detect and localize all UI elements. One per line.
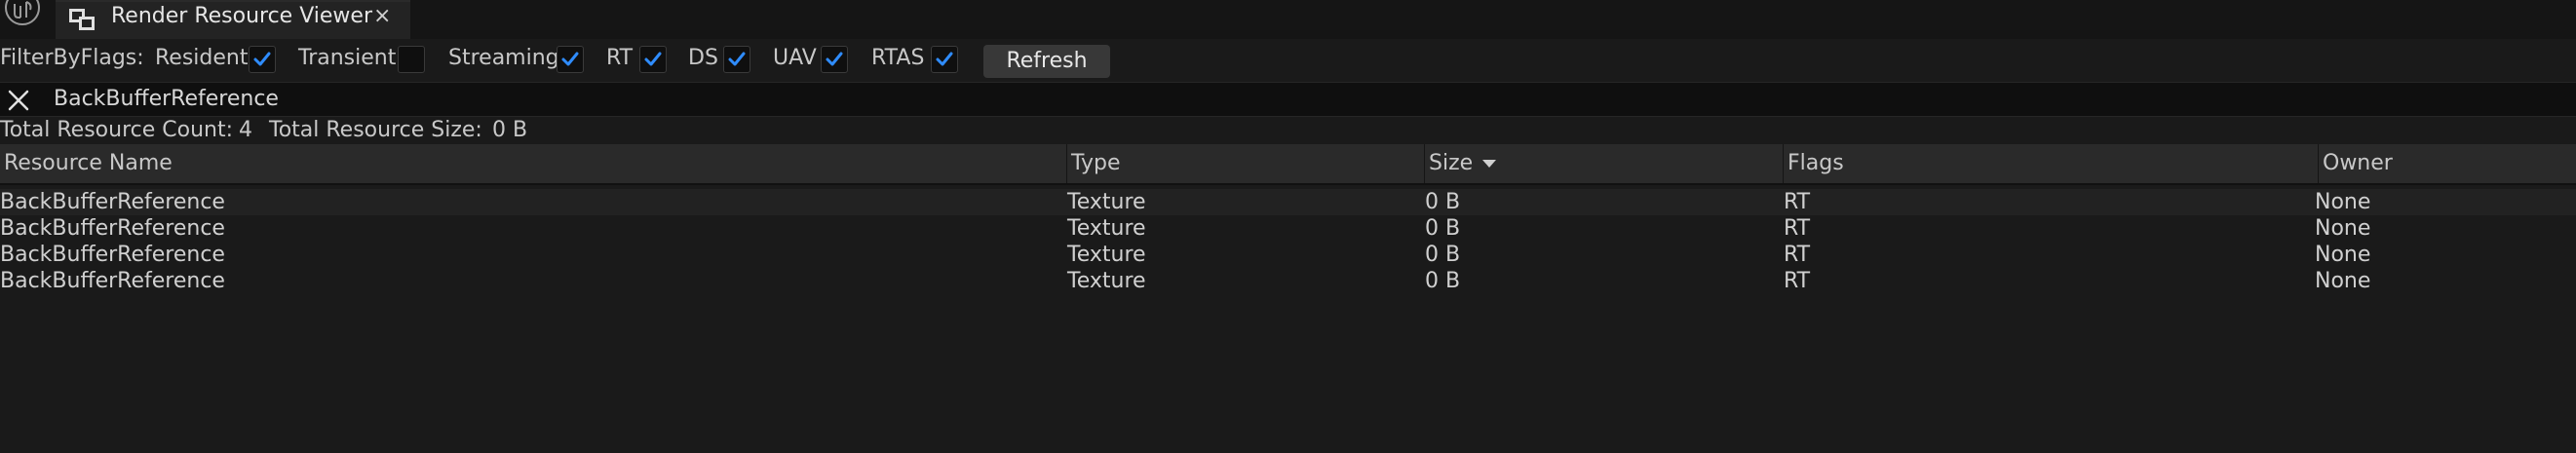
cell-flags: RT [1784, 216, 1811, 241]
cell-size: 0 B [1425, 243, 1461, 267]
unreal-engine-logo-icon[interactable] [0, 0, 45, 29]
tab-close-icon[interactable]: × [373, 4, 391, 29]
render-resource-viewer-icon [69, 9, 95, 30]
cell-type: Texture [1067, 216, 1146, 241]
checkmark-icon [826, 52, 843, 66]
filter-streaming-label: Streaming [448, 46, 559, 70]
table-row[interactable]: BackBufferReference Texture 0 B RT None [0, 268, 2576, 294]
filter-ds-label: DS [688, 46, 718, 70]
tab-bar: Render Resource Viewer × [0, 0, 2576, 39]
filter-resident-checkbox[interactable] [249, 46, 276, 73]
cell-resource-name: BackBufferReference [0, 269, 225, 293]
column-header-type[interactable]: Type [1067, 144, 1425, 183]
table-header: Resource Name Type Size Flags Owner [0, 144, 2576, 185]
sort-descending-icon [1482, 160, 1497, 168]
filter-transient-checkbox[interactable] [398, 46, 425, 73]
cell-flags: RT [1784, 243, 1811, 267]
cell-type: Texture [1067, 269, 1146, 293]
cell-owner: None [2315, 269, 2371, 293]
column-header-label: Flags [1788, 151, 1844, 175]
tab-render-resource-viewer[interactable]: Render Resource Viewer × [56, 0, 410, 39]
column-header-owner[interactable]: Owner [2319, 144, 2576, 183]
filter-rtas-checkbox[interactable] [931, 46, 958, 73]
cell-resource-name: BackBufferReference [0, 243, 225, 267]
checkmark-icon [936, 52, 953, 66]
filter-streaming-checkbox[interactable] [557, 46, 584, 73]
cell-resource-name: BackBufferReference [0, 190, 225, 214]
cell-owner: None [2315, 190, 2371, 214]
filter-rtas-label: RTAS [871, 46, 925, 70]
total-count-label: Total Resource Count: [0, 118, 234, 142]
column-header-label: Type [1071, 151, 1121, 175]
checkmark-icon [561, 52, 579, 66]
column-header-size[interactable]: Size [1425, 144, 1784, 183]
table-row[interactable]: BackBufferReference Texture 0 B RT None [0, 215, 2576, 242]
checkmark-icon [253, 52, 271, 66]
total-size-label: Total Resource Size: [269, 118, 482, 142]
column-header-resource-name[interactable]: Resource Name [0, 144, 1067, 183]
column-header-label: Size [1429, 151, 1474, 175]
filter-ds-checkbox[interactable] [723, 46, 750, 73]
total-size-value: 0 B [492, 118, 528, 142]
filter-toolbar: FilterByFlags: Resident Transient Stream… [0, 39, 2576, 82]
filter-uav-checkbox[interactable] [821, 46, 848, 73]
cell-type: Texture [1067, 190, 1146, 214]
filter-rt-label: RT [606, 46, 634, 70]
resource-table-body: BackBufferReference Texture 0 B RT None … [0, 189, 2576, 294]
column-header-flags[interactable]: Flags [1784, 144, 2319, 183]
cell-type: Texture [1067, 243, 1146, 267]
cell-resource-name: BackBufferReference [0, 216, 225, 241]
cell-flags: RT [1784, 190, 1811, 214]
search-box[interactable]: BackBufferReference [0, 82, 2576, 117]
tab-title: Render Resource Viewer [111, 4, 372, 28]
column-header-label: Resource Name [4, 151, 173, 175]
filter-by-flags-label: FilterByFlags: [0, 46, 144, 70]
search-input[interactable]: BackBufferReference [54, 85, 279, 114]
cell-owner: None [2315, 243, 2371, 267]
render-resource-viewer-window: Render Resource Viewer × FilterByFlags: … [0, 0, 2576, 453]
filter-uav-label: UAV [773, 46, 817, 70]
checkmark-icon [728, 52, 746, 66]
cell-flags: RT [1784, 269, 1811, 293]
cell-size: 0 B [1425, 190, 1461, 214]
cell-size: 0 B [1425, 216, 1461, 241]
table-row[interactable]: BackBufferReference Texture 0 B RT None [0, 189, 2576, 215]
clear-search-icon[interactable] [6, 88, 31, 113]
filter-transient-label: Transient [298, 46, 397, 70]
filter-resident-label: Resident [155, 46, 249, 70]
filter-rt-checkbox[interactable] [639, 46, 667, 73]
cell-owner: None [2315, 216, 2371, 241]
table-row[interactable]: BackBufferReference Texture 0 B RT None [0, 242, 2576, 268]
total-count-value: 4 [239, 118, 252, 142]
column-header-label: Owner [2323, 151, 2393, 175]
cell-size: 0 B [1425, 269, 1461, 293]
refresh-button[interactable]: Refresh [983, 45, 1110, 78]
checkmark-icon [644, 52, 662, 66]
